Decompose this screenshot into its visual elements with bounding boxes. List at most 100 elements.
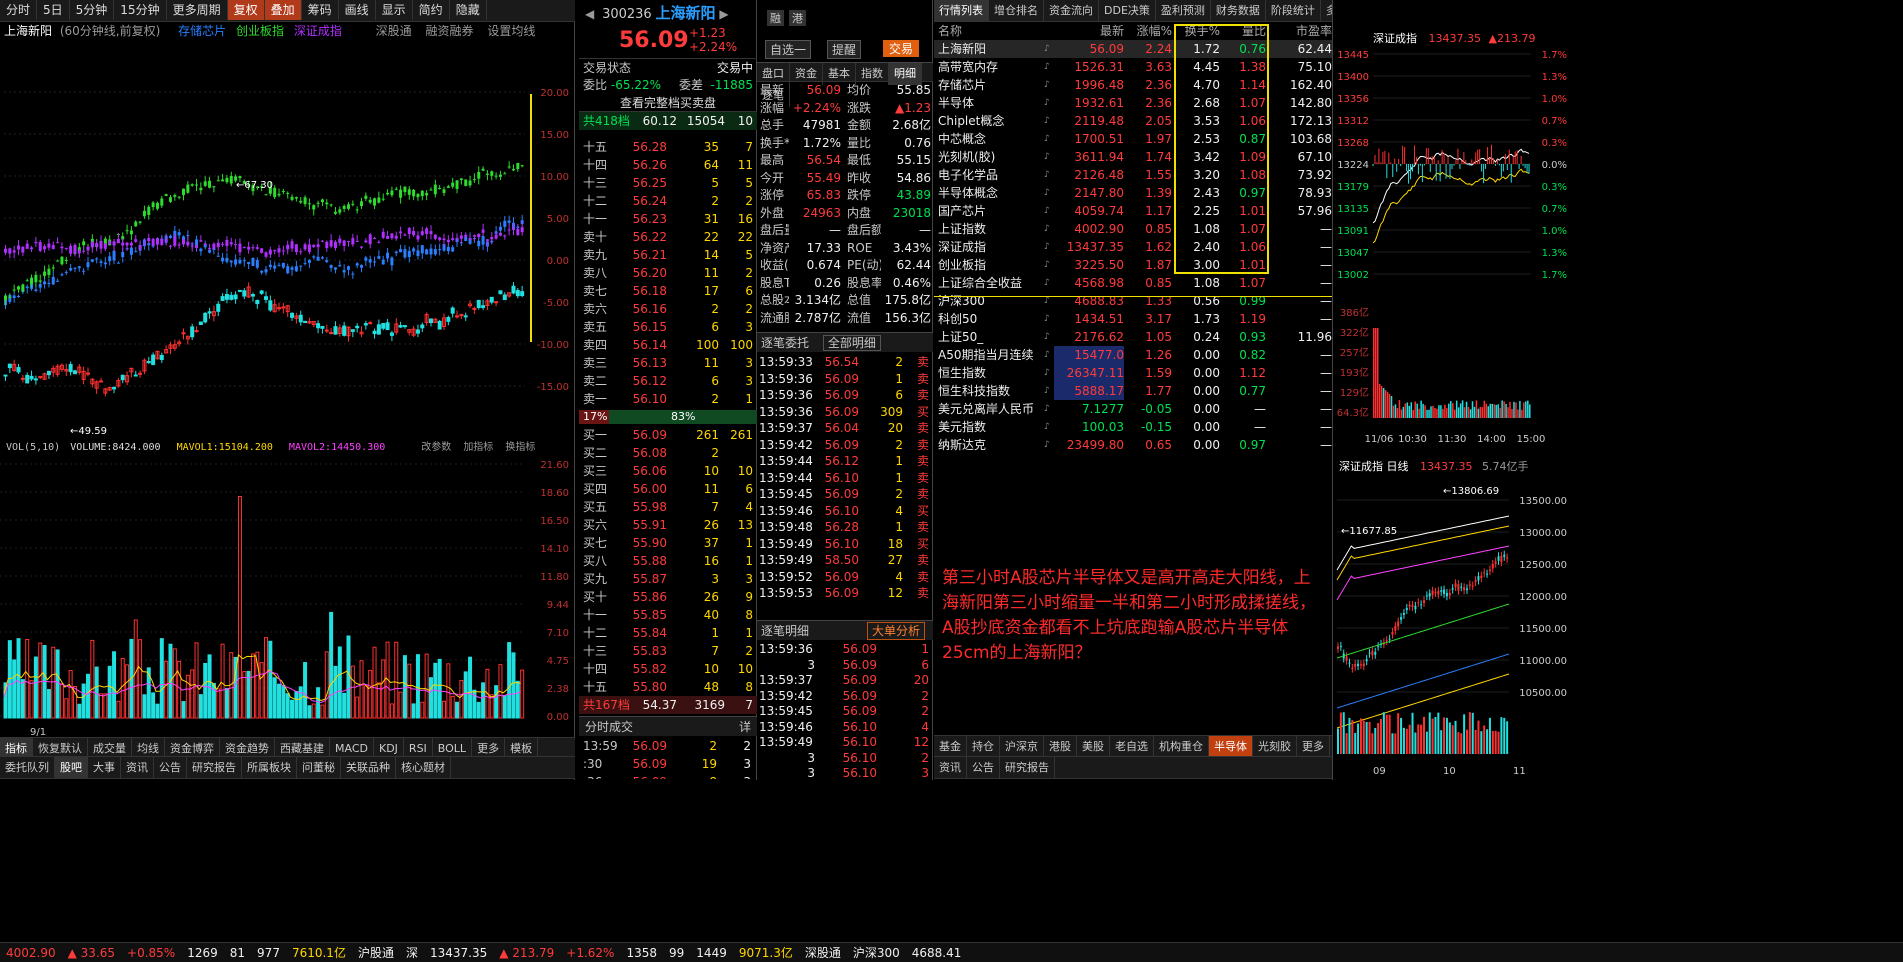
watch-bottom-tab-1[interactable]: 持仓 bbox=[967, 736, 1000, 756]
watch-bottom-tab-5[interactable]: 老自选 bbox=[1110, 736, 1154, 756]
bottom-tab-0[interactable]: 委托队列 bbox=[0, 757, 55, 779]
bell-icon[interactable]: ♪ bbox=[1044, 94, 1054, 112]
bell-icon[interactable]: ♪ bbox=[1044, 364, 1054, 382]
book-row[interactable]: 卖八 56.20 11 2 bbox=[579, 264, 757, 282]
bell-icon[interactable]: ♪ bbox=[1044, 382, 1054, 400]
watch-row[interactable]: 美元兑离岸人民币 ♪ 7.1277 -0.05 0.00 — — bbox=[934, 400, 1332, 418]
book-row[interactable]: 卖十 56.22 22 22 bbox=[579, 228, 757, 246]
watch-bottom-tab-8[interactable]: 光刻胶 bbox=[1253, 736, 1297, 756]
book-row[interactable]: 卖三 56.13 11 3 bbox=[579, 354, 757, 372]
bell-icon[interactable]: ♪ bbox=[1044, 418, 1054, 436]
watch-row[interactable]: 上证综合全收益 ♪ 4568.98 0.85 1.08 1.07 — bbox=[934, 274, 1332, 292]
book-row[interactable]: 买八 55.88 16 1 bbox=[579, 552, 757, 570]
book-row[interactable]: 卖七 56.18 17 6 bbox=[579, 282, 757, 300]
link-hk[interactable]: 深股通 bbox=[376, 24, 412, 38]
overlay-2[interactable]: 创业板指 bbox=[236, 24, 284, 38]
watch-row[interactable]: 美元指数 ♪ 100.03 -0.15 0.00 — — bbox=[934, 418, 1332, 436]
col-name[interactable]: 名称 bbox=[934, 22, 1054, 40]
bell-icon[interactable]: ♪ bbox=[1044, 130, 1054, 148]
vol-link-2[interactable]: 加指标 bbox=[463, 442, 493, 453]
bell-icon[interactable]: ♪ bbox=[1044, 202, 1054, 220]
toolbar-btn-8[interactable]: 画线 bbox=[339, 0, 376, 20]
next-stock-icon[interactable]: ▶ bbox=[719, 7, 728, 21]
prev-stock-icon[interactable]: ◀ bbox=[585, 7, 594, 21]
watch-row[interactable]: 科创50 ♪ 1434.51 3.17 1.73 1.19 — bbox=[934, 310, 1332, 328]
watch-tab-1[interactable]: 增仓排名 bbox=[989, 0, 1044, 21]
watch-sub-tab-0[interactable]: 资讯 bbox=[934, 757, 967, 778]
toolbar-btn-5[interactable]: 复权 bbox=[227, 0, 265, 20]
watch-row[interactable]: 半导体 ♪ 1932.61 2.36 2.68 1.07 142.80 bbox=[934, 94, 1332, 112]
watch-bottom-tab-4[interactable]: 美股 bbox=[1077, 736, 1110, 756]
book-row[interactable]: 十一 56.23 31 16 bbox=[579, 210, 757, 228]
bell-icon[interactable]: ♪ bbox=[1044, 76, 1054, 94]
watch-row[interactable]: 深证成指 ♪ 13437.35 1.62 2.40 1.06— bbox=[934, 238, 1332, 256]
bottom-tab-2[interactable]: 大事 bbox=[88, 757, 121, 779]
alert-button[interactable]: 提醒 bbox=[827, 40, 862, 59]
bell-icon[interactable]: ♪ bbox=[1044, 400, 1054, 418]
col-price[interactable]: 最新 bbox=[1054, 22, 1124, 40]
toolbar-btn-6[interactable]: 叠加 bbox=[264, 0, 302, 20]
toolbar-btn-9[interactable]: 显示 bbox=[376, 0, 413, 20]
watch-row[interactable]: 上证50_ ♪ 2176.62 1.05 0.24 0.93 11.96 bbox=[934, 328, 1332, 346]
bottom-tab-4[interactable]: 公告 bbox=[154, 757, 187, 779]
toolbar-btn-1[interactable]: 5日 bbox=[37, 0, 70, 20]
big-order-button[interactable]: 大单分析 bbox=[866, 622, 925, 640]
watchlist-select[interactable]: 自选一 bbox=[765, 40, 812, 59]
bell-icon[interactable]: ♪ bbox=[1044, 40, 1054, 58]
book-row[interactable]: 卖四 56.14 100 100 bbox=[579, 336, 757, 354]
bell-icon[interactable]: ♪ bbox=[1044, 112, 1054, 130]
watch-row[interactable]: 上证指数 ♪ 4002.90 0.85 1.08 1.07— bbox=[934, 220, 1332, 238]
book-row[interactable]: 卖二 56.12 6 3 bbox=[579, 372, 757, 390]
watch-row[interactable]: 上海新阳 ♪ 56.09 2.24 1.72 0.76 62.44 bbox=[934, 40, 1332, 58]
watch-sub-tab-2[interactable]: 研究报告 bbox=[1000, 757, 1055, 778]
view-full-book-button[interactable]: 查看完整档买卖盘 bbox=[579, 94, 757, 112]
watch-row[interactable]: Chiplet概念 ♪ 2119.48 2.05 3.53 1.06 172.13 bbox=[934, 112, 1332, 130]
mini-intraday-chart[interactable]: 13445 1.7% 13400 1.3% 13356 1.0% 13312 0.7% 1326… bbox=[1333, 46, 1569, 446]
bottom-tab-1[interactable]: 股吧 bbox=[55, 757, 88, 779]
watch-tab-0[interactable]: 行情列表 bbox=[934, 0, 989, 21]
book-row[interactable]: 卖一 56.10 2 1 bbox=[579, 390, 757, 408]
watch-tab-2[interactable]: 资金流向 bbox=[1044, 0, 1099, 21]
entrust-filter-select[interactable]: 全部明细 bbox=[822, 335, 881, 351]
book-row[interactable]: 买三 56.06 10 10 bbox=[579, 462, 757, 480]
watch-row[interactable]: A50期指当月连续 ♪ 15477.0 1.26 0.00 0.82 — bbox=[934, 346, 1332, 364]
book-row[interactable]: 买七 55.90 37 1 bbox=[579, 534, 757, 552]
watch-bottom-tab-9[interactable]: 更多 bbox=[1297, 736, 1330, 756]
book-row[interactable]: 十二 55.84 1 1 bbox=[579, 624, 757, 642]
watch-bottom-tab-3[interactable]: 港股 bbox=[1044, 736, 1077, 756]
book-row[interactable]: 买一 56.09 261 261 bbox=[579, 426, 757, 444]
bell-icon[interactable]: ♪ bbox=[1044, 256, 1054, 274]
bell-icon[interactable]: ♪ bbox=[1044, 184, 1054, 202]
watch-row[interactable]: 沪深300 ♪ 4688.83 1.33 0.56 0.99 — bbox=[934, 292, 1332, 310]
volume-chart[interactable]: 21.60 18.60 16.50 14.10 11.80 9.44 7.10 4.75 2.3… bbox=[0, 456, 575, 726]
book-row[interactable]: 十二 56.24 2 2 bbox=[579, 192, 757, 210]
bell-icon[interactable]: ♪ bbox=[1044, 220, 1054, 238]
kline-chart[interactable]: 20.00 15.00 10.00 5.00 0.00 -5.00 -10.00 -15.00… bbox=[0, 42, 575, 438]
bell-icon[interactable]: ♪ bbox=[1044, 58, 1054, 76]
book-row[interactable]: 卖九 56.21 14 5 bbox=[579, 246, 757, 264]
bell-icon[interactable]: ♪ bbox=[1044, 148, 1054, 166]
watch-row[interactable]: 国产芯片 ♪ 4059.74 1.17 2.25 1.01 57.96 bbox=[934, 202, 1332, 220]
watch-row[interactable]: 纳斯达克 ♪ 23499.80 0.65 0.00 0.97 — bbox=[934, 436, 1332, 454]
watch-row[interactable]: 恒生科技指数 ♪ 5888.17 1.77 0.00 0.77 — bbox=[934, 382, 1332, 400]
trade-button[interactable]: 交易 bbox=[883, 40, 920, 57]
watch-row[interactable]: 创业板指 ♪ 3225.50 1.87 3.00 1.01— bbox=[934, 256, 1332, 274]
bottom-tab-6[interactable]: 所属板块 bbox=[242, 757, 297, 779]
watch-row[interactable]: 电子化学品 ♪ 2126.48 1.55 3.20 1.08 73.92 bbox=[934, 166, 1332, 184]
toolbar-btn-10[interactable]: 简约 bbox=[413, 0, 450, 20]
bell-icon[interactable]: ♪ bbox=[1044, 166, 1054, 184]
toolbar-btn-0[interactable]: 分时 bbox=[0, 0, 38, 20]
watch-row[interactable]: 恒生指数 ♪ 26347.11 1.59 0.00 1.12 — bbox=[934, 364, 1332, 382]
watch-row[interactable]: 光刻机(胶) ♪ 3611.94 1.74 3.42 1.09 67.10 bbox=[934, 148, 1332, 166]
toolbar-btn-7[interactable]: 筹码 bbox=[302, 0, 339, 20]
bottom-tab-7[interactable]: 问董秘 bbox=[297, 757, 341, 779]
bottom-tab-9[interactable]: 核心题材 bbox=[396, 757, 451, 779]
watch-bottom-tab-7[interactable]: 半导体 bbox=[1209, 736, 1253, 756]
watch-bottom-tab-6[interactable]: 机构重仓 bbox=[1154, 736, 1209, 756]
book-row[interactable]: 十三 55.83 7 2 bbox=[579, 642, 757, 660]
link-margin[interactable]: 融资融券 bbox=[426, 24, 474, 38]
book-row[interactable]: 十五 55.80 48 8 bbox=[579, 678, 757, 696]
bottom-tab-3[interactable]: 资讯 bbox=[121, 757, 154, 779]
vol-link-3[interactable]: 换指标 bbox=[505, 442, 535, 453]
overlay-3[interactable]: 深证成指 bbox=[294, 24, 342, 38]
